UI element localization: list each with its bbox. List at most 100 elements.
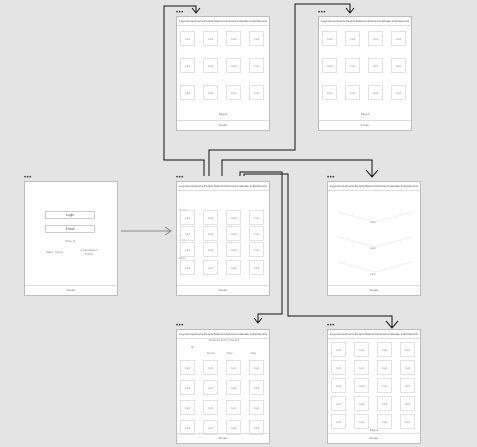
bottom-right-card[interactable]: Card	[331, 342, 346, 357]
top-right-card[interactable]: Card	[391, 31, 406, 46]
bottom-left-filter-2[interactable]: Sort by	[207, 352, 215, 355]
bottom-right-card[interactable]: Card	[354, 396, 369, 411]
nav-item[interactable]: Reports	[256, 332, 267, 337]
bottom-right-card[interactable]: Card	[377, 342, 392, 357]
bottom-left-card[interactable]: Card	[180, 360, 195, 375]
nav-item[interactable]: Home	[337, 184, 345, 189]
bottom-right-card[interactable]: Card	[400, 342, 415, 357]
nav-item[interactable]: Logo	[321, 19, 328, 24]
nav-item[interactable]: Logo	[179, 332, 186, 337]
nav-item[interactable]: Logo	[330, 184, 337, 189]
bottom-left-card[interactable]: Card	[203, 380, 218, 395]
nav-item[interactable]: Graduate Jobs	[387, 184, 407, 189]
nav-item[interactable]: Reports	[407, 332, 418, 337]
nav-item[interactable]: Events	[345, 332, 354, 337]
nav-item[interactable]: Events	[345, 184, 354, 189]
bottom-right-card[interactable]: Card	[331, 396, 346, 411]
top-left-card[interactable]: Card	[249, 58, 264, 73]
bottom-left-card[interactable]: Card	[249, 420, 264, 435]
nav-item[interactable]: Natural Histories	[365, 184, 387, 189]
bottom-right-card[interactable]: Card	[331, 378, 346, 393]
bottom-left-card[interactable]: Card	[203, 420, 218, 435]
nav-item[interactable]: Logo	[179, 184, 186, 189]
bottom-left-card[interactable]: Card	[180, 420, 195, 435]
login-email-field[interactable]: Email	[45, 225, 95, 233]
top-left-card[interactable]: Card	[203, 31, 218, 46]
nav-item[interactable]: Logo	[330, 332, 337, 337]
bottom-left-card[interactable]: Card	[180, 380, 195, 395]
nav-item[interactable]: People	[204, 19, 213, 24]
bottom-right-card[interactable]: Card	[354, 378, 369, 393]
top-right-pagination[interactable]: Pages	[319, 112, 411, 116]
bottom-right-card[interactable]: Card	[354, 414, 369, 429]
bottom-left-filter-3[interactable]: Filter	[227, 352, 233, 355]
top-right-card[interactable]: Card	[322, 58, 337, 73]
bottom-right-card[interactable]: Card	[400, 414, 415, 429]
hub-card[interactable]: Card	[180, 226, 195, 241]
nav-item[interactable]: Natural Histories	[214, 184, 236, 189]
top-right-card[interactable]: Card	[368, 31, 383, 46]
nav-item[interactable]: Graduate Jobs	[236, 184, 256, 189]
nav-item[interactable]: Home	[186, 184, 194, 189]
nav-item[interactable]: People	[204, 184, 213, 189]
nav-item[interactable]: Graduate Jobs	[236, 332, 256, 337]
top-right-card[interactable]: Card	[345, 31, 360, 46]
nav-item[interactable]: Home	[186, 332, 194, 337]
hub-lower-card[interactable]: Card	[203, 260, 218, 275]
top-left-card[interactable]: Card	[249, 85, 264, 100]
nav-item[interactable]: Events	[194, 332, 203, 337]
hub-card[interactable]: Card	[249, 210, 264, 225]
nav-item[interactable]: Home	[186, 19, 194, 24]
top-right-card[interactable]: Card	[391, 85, 406, 100]
hub-card[interactable]: Card	[180, 210, 195, 225]
bottom-left-filter-4[interactable]: Date	[251, 352, 256, 355]
nav-item[interactable]: Natural Histories	[365, 332, 387, 337]
nav-item[interactable]: Reports	[407, 184, 418, 189]
nav-item[interactable]: People	[204, 332, 213, 337]
top-left-pagination[interactable]: Pages	[177, 112, 269, 116]
bottom-left-card[interactable]: Card	[180, 400, 195, 415]
nav-item[interactable]: Natural Histories	[214, 332, 236, 337]
hub-card[interactable]: Card	[226, 210, 241, 225]
bottom-right-card[interactable]: Card	[377, 360, 392, 375]
bottom-left-card[interactable]: Card	[249, 360, 264, 375]
top-right-card[interactable]: Card	[368, 58, 383, 73]
top-right-card[interactable]: Card	[345, 58, 360, 73]
hub-lower-card[interactable]: Card	[226, 260, 241, 275]
nav-item[interactable]: Graduate Jobs	[378, 19, 398, 24]
top-left-card[interactable]: Card	[203, 58, 218, 73]
bottom-right-card[interactable]: Card	[400, 360, 415, 375]
bottom-right-card[interactable]: Card	[331, 360, 346, 375]
bottom-left-card[interactable]: Card	[249, 400, 264, 415]
hub-card[interactable]: Card	[203, 242, 218, 257]
top-right-card[interactable]: Card	[322, 31, 337, 46]
top-left-card[interactable]: Card	[203, 85, 218, 100]
nav-item[interactable]: Events	[194, 19, 203, 24]
bottom-right-card[interactable]: Card	[377, 378, 392, 393]
bottom-right-card[interactable]: Card	[400, 378, 415, 393]
bottom-right-card[interactable]: Card	[354, 342, 369, 357]
bottom-right-card[interactable]: Card	[377, 396, 392, 411]
nav-item[interactable]: Reports	[256, 184, 267, 189]
top-left-card[interactable]: Card	[226, 58, 241, 73]
bottom-left-card[interactable]: Card	[249, 380, 264, 395]
bottom-right-card[interactable]: Card	[377, 414, 392, 429]
bottom-left-card[interactable]: Card	[226, 360, 241, 375]
bottom-left-card[interactable]: Card	[226, 420, 241, 435]
login-link-left[interactable]: Make Yourse	[46, 250, 63, 254]
bottom-right-card[interactable]: Card	[331, 414, 346, 429]
hub-card[interactable]: Card	[226, 226, 241, 241]
bottom-left-filter-1[interactable]: All	[191, 346, 194, 349]
top-right-card[interactable]: Card	[345, 85, 360, 100]
top-left-card[interactable]: Card	[249, 31, 264, 46]
nav-item[interactable]: Natural Histories	[214, 19, 236, 24]
nav-item[interactable]: Graduate Jobs	[387, 332, 407, 337]
nav-item[interactable]: Home	[337, 332, 345, 337]
hub-lower-card[interactable]: Card	[180, 260, 195, 275]
hub-card[interactable]: Card	[249, 242, 264, 257]
nav-item[interactable]: Graduate Jobs	[236, 19, 256, 24]
top-left-card[interactable]: Card	[226, 85, 241, 100]
nav-item[interactable]: Logo	[179, 19, 186, 24]
bottom-left-card[interactable]: Card	[226, 380, 241, 395]
hub-card[interactable]: Card	[180, 242, 195, 257]
